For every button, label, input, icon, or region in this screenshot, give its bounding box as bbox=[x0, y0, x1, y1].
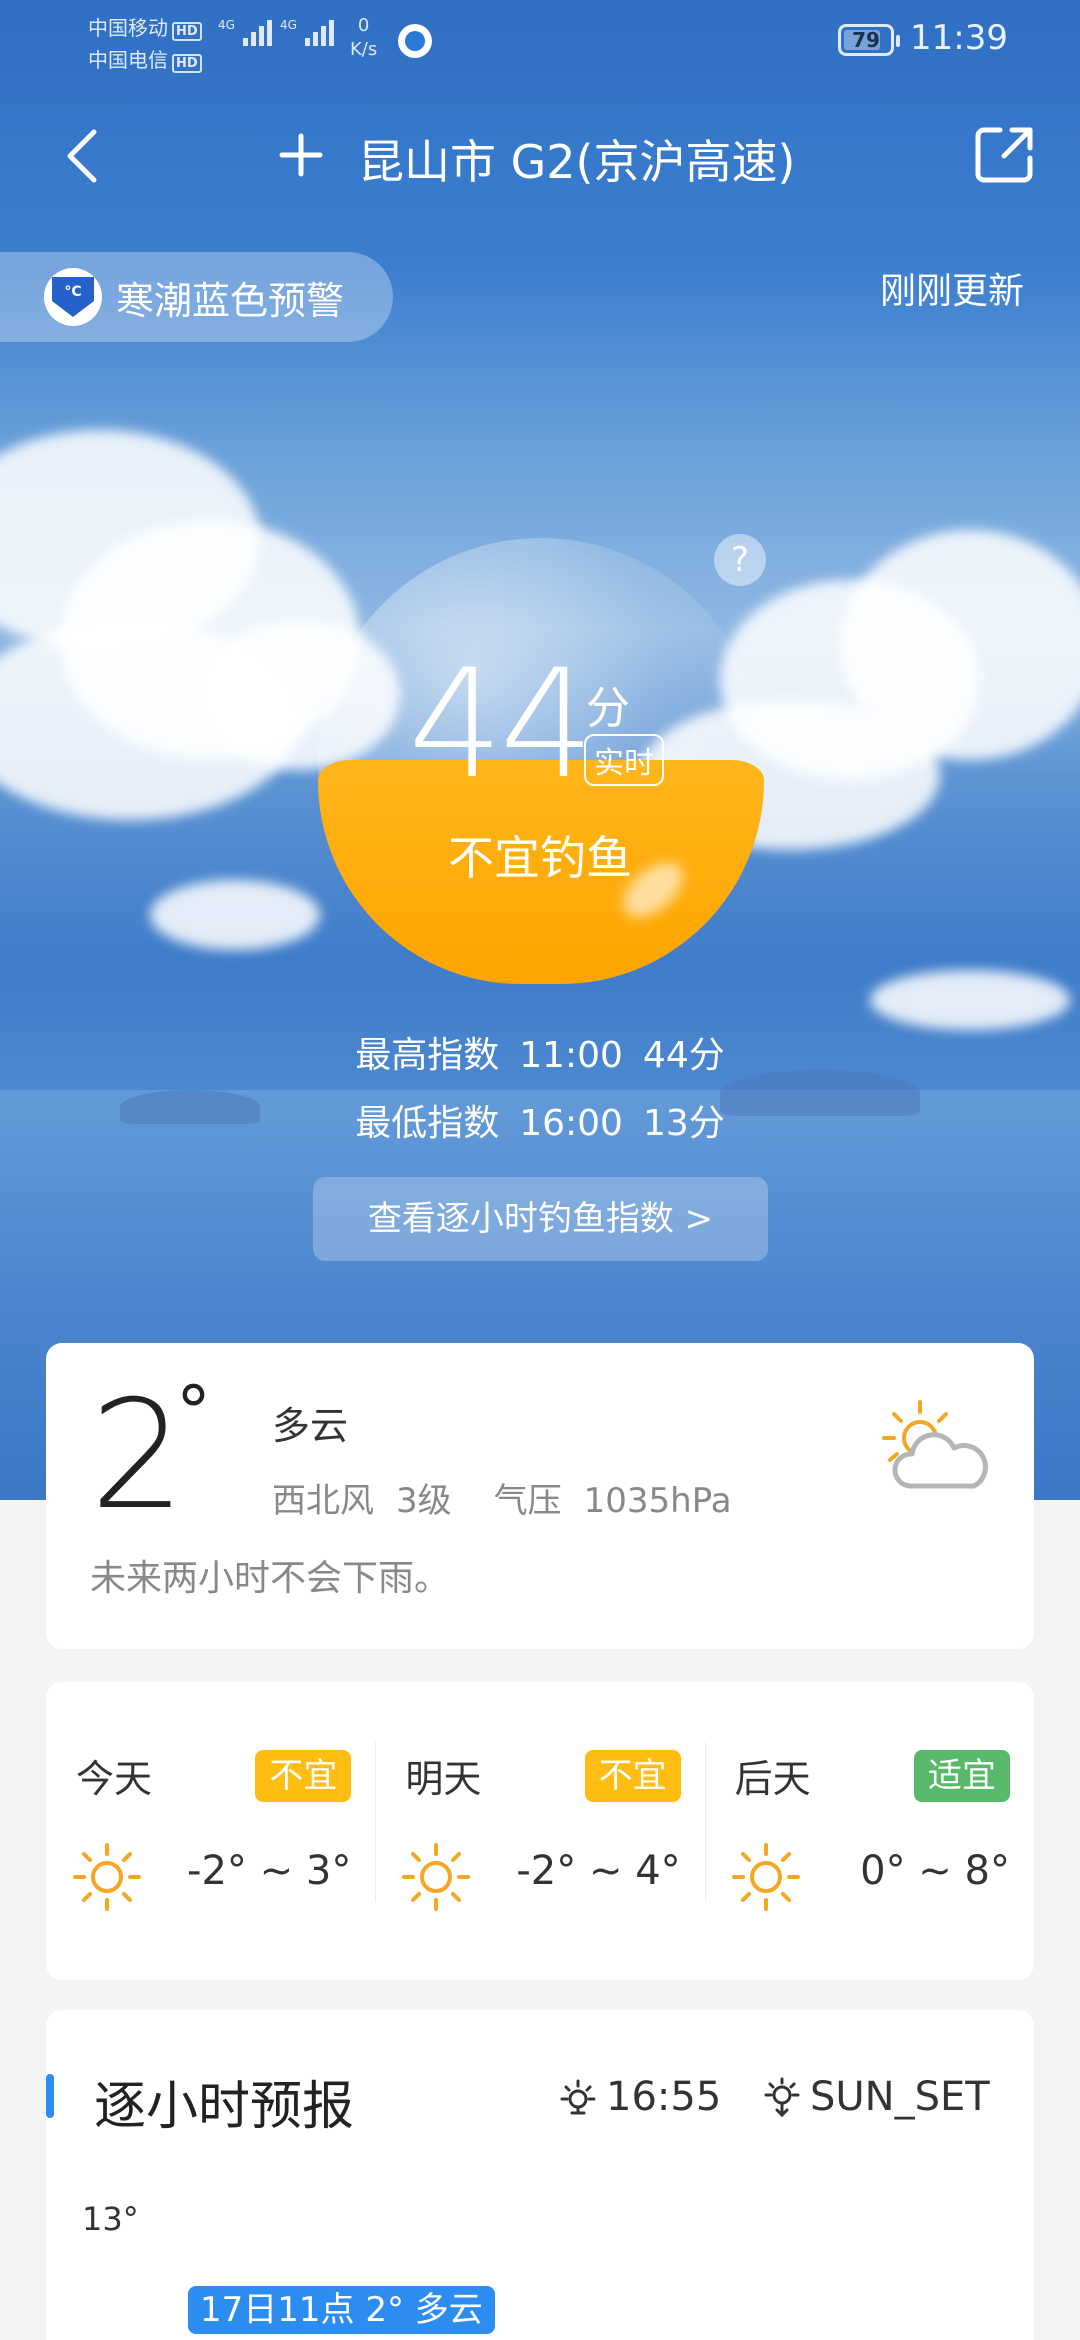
score-unit: 分 bbox=[586, 683, 630, 734]
weather-condition: 多云 bbox=[272, 1404, 349, 1448]
share-icon[interactable] bbox=[974, 124, 1036, 186]
day-name: 后天 bbox=[734, 1757, 811, 1801]
net-speed: 0 K/s bbox=[350, 15, 378, 60]
day-name: 明天 bbox=[405, 1757, 482, 1801]
hourly-title: 逐小时预报 bbox=[94, 2077, 355, 2137]
clock: 11:39 bbox=[910, 18, 1008, 58]
cloud-sun-icon bbox=[882, 1400, 988, 1489]
temperature-range: -2° ~ 3° bbox=[187, 1848, 352, 1894]
app-notification-icon bbox=[398, 24, 432, 58]
suitability-badge: 不宜 bbox=[255, 1750, 352, 1802]
realtime-badge: 实时 bbox=[584, 734, 664, 786]
min-index-time: 16:00 bbox=[519, 1103, 623, 1144]
hourly-tooltip: 17日11点 2° 多云 bbox=[188, 2286, 495, 2334]
sunset-icon bbox=[764, 2077, 800, 2117]
sun-icon bbox=[731, 1843, 800, 1911]
wind-direction: 西北风 bbox=[272, 1481, 374, 1521]
update-status: 刚刚更新 bbox=[880, 271, 1025, 312]
suitability-badge: 不宜 bbox=[584, 1750, 681, 1802]
current-weather-card[interactable]: 2 ° 多云 西北风 3级 气压 1035hPa 未来两小时不会下雨。 bbox=[46, 1343, 1034, 1649]
pressure-label: 气压 bbox=[493, 1481, 562, 1521]
forecast-day[interactable]: 今天 不宜 -2° ~ 3° bbox=[46, 1682, 375, 1980]
wind-level: 3级 bbox=[396, 1481, 452, 1521]
carrier-1: 中国移动 HD bbox=[88, 12, 202, 41]
add-location-icon[interactable] bbox=[278, 132, 324, 178]
chart-y-max: 13° bbox=[82, 2200, 139, 2238]
max-index-time: 11:00 bbox=[519, 1035, 623, 1076]
status-bar: 中国移动 HD 中国电信 HD 4G 4G 0 K/s 79 11:39 bbox=[0, 0, 1080, 80]
degree-symbol: ° bbox=[176, 1371, 211, 1453]
fishing-score: 44 bbox=[408, 638, 595, 812]
battery-icon: 79 bbox=[838, 24, 900, 56]
header: 昆山市 G2(京沪高速) bbox=[0, 110, 1080, 200]
back-icon[interactable] bbox=[60, 128, 104, 184]
suitability-badge: 适宜 bbox=[913, 1750, 1010, 1802]
pressure-value: 1035hPa bbox=[583, 1481, 732, 1521]
temperature-range: 0° ~ 8° bbox=[860, 1848, 1010, 1894]
cloud-decoration bbox=[150, 880, 320, 950]
cloud-decoration bbox=[870, 970, 1070, 1030]
forecast-day[interactable]: 明天 不宜 -2° ~ 4° bbox=[375, 1682, 704, 1980]
max-index-row: 最高指数 11:00 44分 bbox=[0, 1026, 1080, 1078]
hourly-forecast-card: 逐小时预报 16:55 SUN_SET 13° 17日11点 2° 多云 bbox=[46, 2010, 1034, 2340]
min-index-row: 最低指数 16:00 13分 bbox=[0, 1094, 1080, 1146]
forecast-day[interactable]: 后天 适宜 0° ~ 8° bbox=[704, 1682, 1034, 1980]
sunrise-time: 16:55 bbox=[556, 2074, 721, 2120]
sunrise-icon bbox=[560, 2079, 596, 2115]
signal-icon: 4G bbox=[280, 18, 335, 50]
min-index-score: 13分 bbox=[642, 1103, 725, 1144]
fishing-verdict: 不宜钓鱼 bbox=[448, 831, 632, 885]
sun-icon bbox=[73, 1843, 141, 1911]
sun-icon bbox=[402, 1843, 471, 1911]
max-index-label: 最高指数 bbox=[355, 1035, 500, 1076]
current-temperature: 2 bbox=[90, 1369, 186, 1543]
signal-icon: 4G bbox=[218, 18, 273, 50]
hourly-fishing-index-button[interactable]: 查看逐小时钓鱼指数 > bbox=[313, 1177, 768, 1261]
alert-text: 寒潮蓝色预警 bbox=[116, 278, 345, 323]
wind-pressure-row: 西北风 3级 气压 1035hPa bbox=[272, 1473, 754, 1522]
section-accent bbox=[46, 2074, 54, 2118]
page-title: 昆山市 G2(京沪高速) bbox=[358, 135, 796, 189]
help-icon[interactable]: ? bbox=[714, 534, 766, 586]
rain-forecast: 未来两小时不会下雨。 bbox=[90, 1558, 451, 1599]
carrier-2: 中国电信 HD bbox=[88, 44, 202, 73]
max-index-score: 44分 bbox=[642, 1035, 725, 1076]
day-name: 今天 bbox=[76, 1757, 153, 1801]
thermometer-alert-icon bbox=[44, 268, 102, 326]
sunset-time: SUN_SET bbox=[760, 2074, 990, 2120]
min-index-label: 最低指数 bbox=[355, 1103, 500, 1144]
three-day-forecast-card: 今天 不宜 -2° ~ 3° 明天 不宜 -2° ~ 4° 后天 适宜 0° ~… bbox=[46, 1682, 1034, 1980]
temperature-range: -2° ~ 4° bbox=[516, 1848, 681, 1894]
cold-wave-alert[interactable]: 寒潮蓝色预警 bbox=[0, 252, 393, 342]
